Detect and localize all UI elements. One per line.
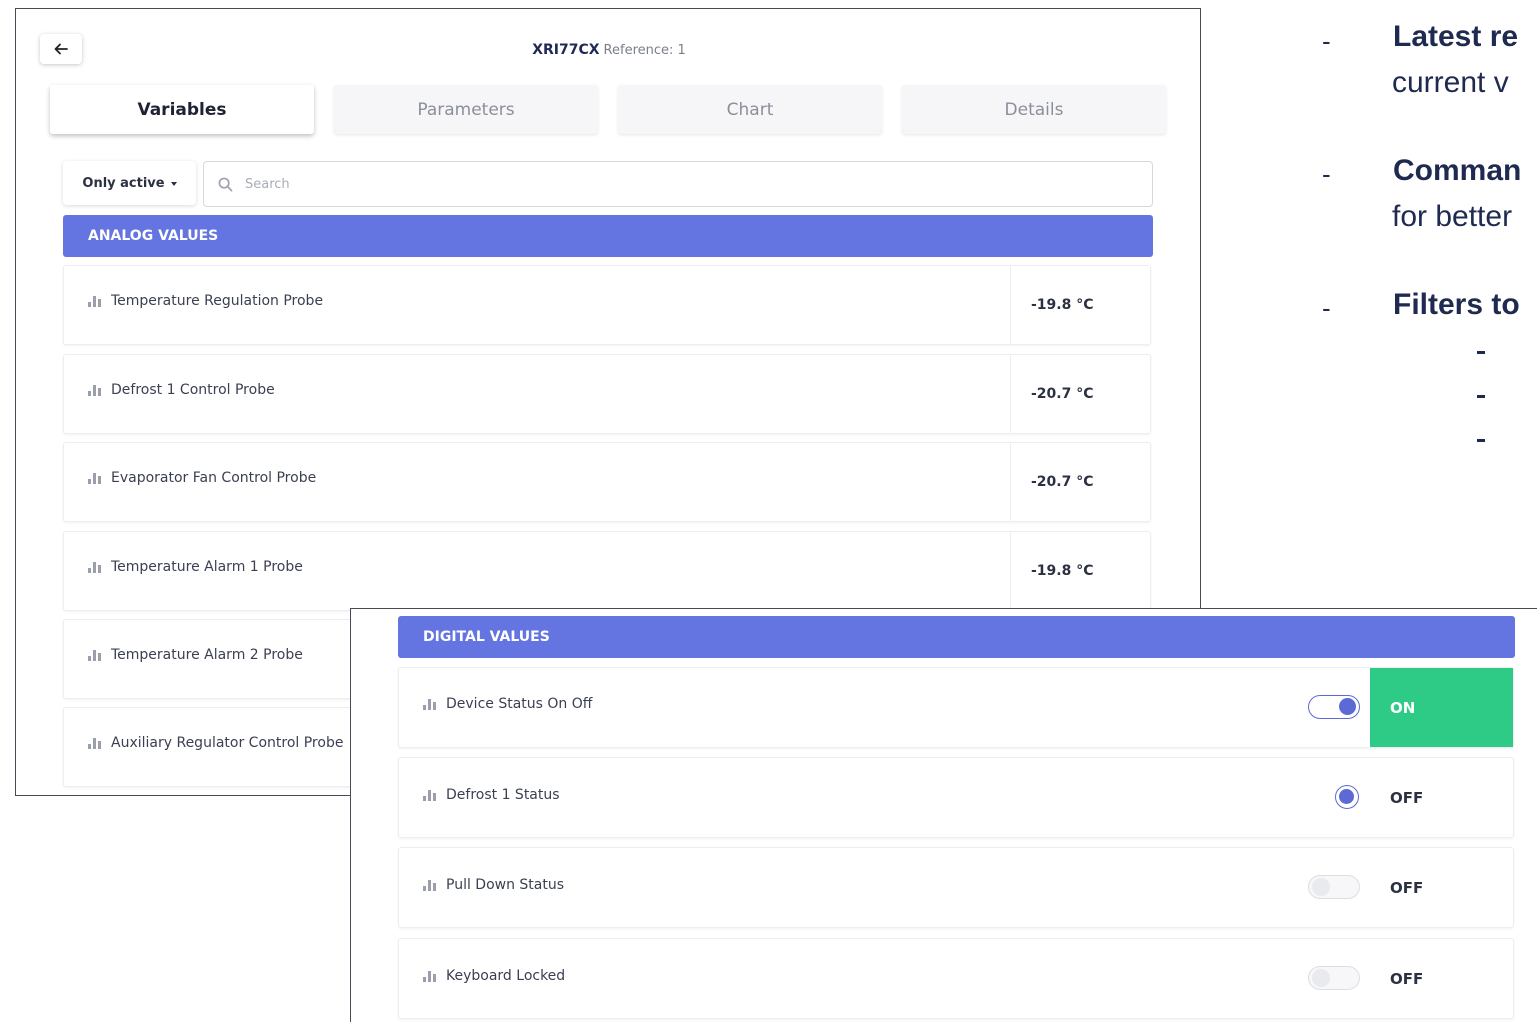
status-value: OFF	[1390, 878, 1424, 897]
row-title: Auxiliary Regulator Control Probe	[88, 735, 343, 751]
analog-values-header: ANALOG VALUES	[63, 215, 1153, 257]
search-icon	[218, 177, 233, 191]
filter-label: Only active	[82, 175, 165, 191]
note-heading: Latest re	[1393, 20, 1519, 53]
sub-bullet-dash	[1477, 439, 1485, 442]
bar-chart-icon[interactable]	[88, 737, 101, 749]
row-title: Pull Down Status	[423, 877, 564, 893]
dropdown-caret-icon	[170, 181, 177, 186]
status-toggle[interactable]	[1308, 695, 1360, 719]
bar-chart-icon[interactable]	[88, 649, 101, 661]
analog-row: Temperature Alarm 1 Probe -19.8 °C	[63, 531, 1151, 611]
row-title: Temperature Alarm 2 Probe	[88, 647, 303, 663]
status-toggle[interactable]	[1308, 875, 1360, 899]
note-heading: Comman	[1393, 154, 1522, 187]
variable-label: Pull Down Status	[446, 877, 565, 893]
digital-values-window: DIGITAL VALUES Device Status On Off ON D…	[350, 608, 1537, 1022]
row-title: Evaporator Fan Control Probe	[88, 470, 316, 486]
tab-parameters[interactable]: Parameters	[334, 85, 598, 134]
variable-value: -19.8 °C	[1010, 532, 1150, 610]
status-indicator[interactable]	[1335, 785, 1359, 809]
bar-chart-icon[interactable]	[88, 561, 101, 573]
variable-label: Defrost 1 Control Probe	[111, 382, 275, 398]
tab-bar: Variables Parameters Chart Details	[50, 85, 1167, 134]
row-title: Temperature Alarm 1 Probe	[88, 559, 303, 575]
variable-label: Evaporator Fan Control Probe	[111, 470, 317, 486]
sub-bullet-dash	[1477, 351, 1485, 354]
digital-values-header: DIGITAL VALUES	[398, 616, 1515, 658]
device-name: XRI77CX	[532, 42, 600, 58]
variable-label: Temperature Alarm 1 Probe	[111, 559, 303, 575]
bar-chart-icon[interactable]	[423, 879, 436, 891]
variable-label: Temperature Alarm 2 Probe	[111, 647, 303, 663]
row-title: Device Status On Off	[423, 696, 592, 712]
tab-variables[interactable]: Variables	[50, 85, 314, 134]
variable-label: Defrost 1 Status	[446, 787, 560, 803]
bar-chart-icon[interactable]	[88, 384, 101, 396]
note-text: current v	[1392, 66, 1509, 99]
bullet-dash: -	[1322, 26, 1331, 56]
search-input[interactable]	[245, 176, 1105, 192]
status-value: ON	[1370, 668, 1513, 747]
bullet-dash: -	[1322, 159, 1331, 189]
variable-value: -20.7 °C	[1010, 355, 1150, 433]
note-heading: Filters to	[1393, 288, 1520, 321]
row-title: Defrost 1 Status	[423, 787, 560, 803]
bar-chart-icon[interactable]	[88, 295, 101, 307]
status-value: OFF	[1390, 788, 1424, 807]
bar-chart-icon[interactable]	[423, 789, 436, 801]
digital-row: Defrost 1 Status OFF	[398, 757, 1514, 838]
variable-label: Auxiliary Regulator Control Probe	[111, 735, 344, 751]
row-title: Temperature Regulation Probe	[88, 293, 323, 309]
digital-row: Pull Down Status OFF	[398, 847, 1514, 928]
row-title: Keyboard Locked	[423, 968, 565, 984]
variable-label: Temperature Regulation Probe	[111, 293, 324, 309]
tab-details[interactable]: Details	[902, 85, 1166, 134]
status-value: OFF	[1390, 969, 1424, 988]
analog-row: Defrost 1 Control Probe -20.7 °C	[63, 354, 1151, 434]
analog-row: Evaporator Fan Control Probe -20.7 °C	[63, 442, 1151, 522]
bar-chart-icon[interactable]	[423, 970, 436, 982]
search-field[interactable]	[203, 161, 1153, 207]
analog-row: Temperature Regulation Probe -19.8 °C	[63, 265, 1151, 345]
sub-bullet-dash	[1477, 395, 1485, 398]
status-toggle[interactable]	[1308, 966, 1360, 990]
digital-row: Device Status On Off ON	[398, 667, 1514, 748]
variable-value: -20.7 °C	[1010, 443, 1150, 521]
tab-chart[interactable]: Chart	[618, 85, 882, 134]
bullet-dash: -	[1322, 293, 1331, 323]
bar-chart-icon[interactable]	[423, 698, 436, 710]
bar-chart-icon[interactable]	[88, 472, 101, 484]
active-filter-dropdown[interactable]: Only active	[63, 161, 196, 205]
device-header: XRI77CX Reference: 1	[16, 42, 1200, 58]
variable-label: Device Status On Off	[446, 696, 593, 712]
device-reference: Reference: 1	[603, 43, 686, 58]
row-title: Defrost 1 Control Probe	[88, 382, 275, 398]
variable-value: -19.8 °C	[1010, 266, 1150, 344]
note-text: for better	[1392, 200, 1513, 233]
digital-row: Keyboard Locked OFF	[398, 938, 1514, 1019]
variable-label: Keyboard Locked	[446, 968, 566, 984]
